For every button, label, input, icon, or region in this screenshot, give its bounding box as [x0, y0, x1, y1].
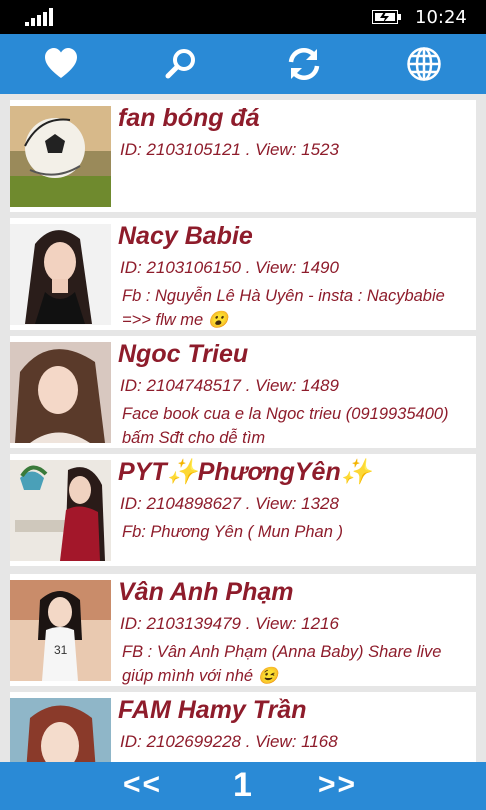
profile-card[interactable]: 31 Vân Anh Phạm ID: 2103139479 . View: 1…	[10, 574, 476, 686]
profile-id-views: ID: 2103105121 . View: 1523	[120, 140, 339, 159]
profile-id-views: ID: 2104898627 . View: 1328	[120, 494, 339, 513]
profile-name: FAM Hamy Trần	[118, 696, 307, 724]
profile-photo	[10, 698, 111, 762]
search-button[interactable]	[163, 46, 199, 82]
profile-name: Ngoc Trieu	[118, 340, 249, 368]
profile-photo	[10, 342, 111, 443]
profile-photo	[10, 106, 111, 207]
refresh-button[interactable]	[286, 46, 322, 82]
portrait-image	[10, 460, 111, 561]
globe-icon	[407, 47, 441, 81]
clock: 10:24	[415, 7, 467, 28]
profile-list: fan bóng đá ID: 2103105121 . View: 1523 …	[0, 94, 486, 762]
portrait-image	[10, 224, 111, 325]
profile-id-views: ID: 2103139479 . View: 1216	[120, 614, 339, 633]
favorites-button[interactable]	[43, 46, 79, 82]
profile-id-views: ID: 2104748517 . View: 1489	[120, 376, 339, 395]
profile-photo	[10, 224, 111, 325]
profile-card[interactable]: fan bóng đá ID: 2103105121 . View: 1523	[10, 100, 476, 212]
refresh-icon	[288, 47, 320, 81]
heart-icon	[45, 48, 77, 78]
profile-description: FB : Vân Anh Phạm (Anna Baby) Share live…	[122, 643, 442, 685]
app-toolbar	[0, 34, 486, 94]
language-button[interactable]	[406, 46, 442, 82]
profile-name: fan bóng đá	[118, 104, 260, 132]
profile-card[interactable]: Nacy Babie ID: 2103106150 . View: 1490 F…	[10, 218, 476, 330]
soccer-ball-image	[10, 106, 111, 207]
profile-description: Fb : Nguyễn Lê Hà Uyên - insta : Nacybab…	[122, 287, 445, 329]
portrait-image	[10, 342, 111, 443]
search-icon	[165, 49, 195, 79]
portrait-image	[10, 698, 111, 762]
profile-id-views: ID: 2102699228 . View: 1168	[120, 732, 338, 751]
profile-card[interactable]: PYT✨PhươngYên✨ ID: 2104898627 . View: 13…	[10, 454, 476, 566]
current-page-number: 1	[233, 766, 252, 804]
profile-name: Vân Anh Phạm	[118, 578, 294, 606]
portrait-image: 31	[10, 580, 111, 681]
svg-text:31: 31	[54, 643, 68, 657]
status-bar: 10:24	[0, 0, 486, 34]
profile-id-views: ID: 2103106150 . View: 1490	[120, 258, 339, 277]
profile-photo	[10, 460, 111, 561]
profile-description: Fb: Phương Yên ( Mun Phan )	[122, 523, 343, 541]
profile-name: PYT✨PhươngYên✨	[118, 458, 372, 486]
profile-name: Nacy Babie	[118, 222, 253, 250]
next-page-button[interactable]: >>	[318, 768, 357, 802]
battery-charging-icon	[372, 10, 401, 24]
previous-page-button[interactable]: <<	[123, 768, 162, 802]
profile-description: Face book cua e la Ngoc trieu (091993540…	[122, 405, 449, 447]
profile-photo: 31	[10, 580, 111, 681]
profile-card[interactable]: Ngoc Trieu ID: 2104748517 . View: 1489 F…	[10, 336, 476, 448]
profile-card[interactable]: FAM Hamy Trần ID: 2102699228 . View: 116…	[10, 692, 476, 762]
signal-strength-icon	[25, 8, 55, 26]
pager-bar: << 1 >>	[0, 762, 486, 810]
